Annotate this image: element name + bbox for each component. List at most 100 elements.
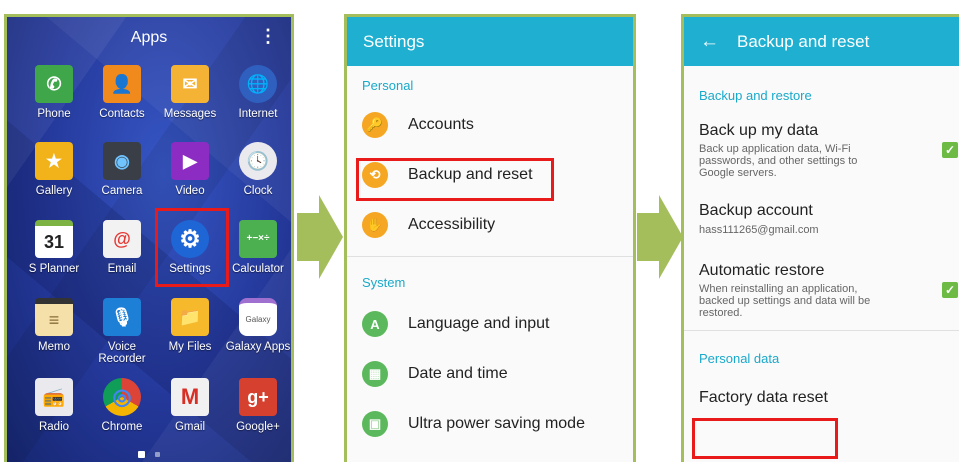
settings-item-label: Language and input [408, 315, 550, 332]
settings-title: Settings [363, 31, 425, 51]
settings-item-label: Accounts [408, 116, 474, 133]
app-label: Gallery [35, 185, 73, 197]
settings-item-ultra-power-saving[interactable]: ▣ Ultra power saving mode [347, 399, 633, 449]
phone-icon: ✆ [35, 65, 73, 103]
contacts-icon: 👤 [103, 65, 141, 103]
calculator-icon: +−×÷ [239, 220, 277, 258]
more-options-icon[interactable]: ⋮ [259, 27, 277, 45]
memo-icon: ≡ [35, 298, 73, 336]
app-voice-recorder[interactable]: 🎙 Voice Recorder [87, 298, 157, 365]
setting-title: Backup account [699, 202, 813, 219]
app-label: Galaxy Apps [225, 341, 291, 353]
section-header-personal: Personal [362, 78, 414, 93]
google-plus-icon: g+ [239, 378, 277, 416]
app-camera[interactable]: ◉ Camera [87, 142, 157, 197]
app-label: Chrome [101, 421, 143, 433]
backup-and-reset-highlight [356, 158, 554, 201]
app-my-files[interactable]: 📁 My Files [155, 298, 225, 353]
gallery-icon: ★ [35, 142, 73, 180]
email-icon: @ [103, 220, 141, 258]
app-label: Voice Recorder [98, 341, 146, 365]
automatic-restore-checkbox[interactable]: ✓ [942, 282, 958, 298]
internet-icon: 🌐 [239, 65, 277, 103]
messages-icon: ✉ [171, 65, 209, 103]
galaxy-apps-icon: Galaxy [239, 298, 277, 336]
section-divider [684, 330, 959, 331]
app-label: Email [107, 263, 137, 275]
app-google-plus[interactable]: g+ Google+ [223, 378, 291, 433]
automatic-restore-setting[interactable]: Automatic restore When reinstalling an a… [684, 262, 959, 330]
setting-description: When reinstalling an application, backed… [699, 283, 871, 319]
key-icon: 🔑 [362, 112, 388, 138]
app-chrome[interactable]: ◎ Chrome [87, 378, 157, 433]
app-internet[interactable]: 🌐 Internet [223, 65, 291, 120]
settings-highlight [155, 208, 229, 287]
settings-item-language-and-input[interactable]: A Language and input [347, 299, 633, 349]
app-label: S Planner [28, 263, 80, 275]
backup-and-reset-screen: ← Backup and reset Backup and restore Ba… [681, 14, 959, 462]
app-label: Gmail [174, 421, 206, 433]
setting-title: Automatic restore [699, 262, 825, 279]
microphone-icon: 🎙 [103, 298, 141, 336]
setting-title: Back up my data [699, 122, 819, 139]
video-icon: ▶ [171, 142, 209, 180]
factory-reset-highlight [692, 418, 838, 459]
backup-account-setting[interactable]: Backup account hass111265@gmail.com [684, 202, 959, 262]
app-memo[interactable]: ≡ Memo [19, 298, 89, 353]
factory-data-reset-setting[interactable]: Factory data reset [684, 389, 959, 407]
app-contacts[interactable]: 👤 Contacts [87, 65, 157, 120]
settings-screen: Settings Personal 🔑 Accounts ⟲ Backup an… [344, 14, 636, 462]
page-indicator [7, 451, 291, 458]
app-email[interactable]: @ Email [87, 220, 157, 275]
app-s-planner[interactable]: 31 S Planner [19, 220, 89, 275]
section-header-backup-and-restore: Backup and restore [699, 88, 812, 103]
app-label: Memo [38, 341, 70, 353]
app-gmail[interactable]: M Gmail [155, 378, 225, 433]
backup-title-bar: ← Backup and reset [684, 17, 959, 66]
calendar-icon: ▦ [362, 361, 388, 387]
camera-icon: ◉ [103, 142, 141, 180]
settings-item-accounts[interactable]: 🔑 Accounts [347, 100, 633, 150]
app-calculator[interactable]: +−×÷ Calculator [223, 220, 291, 275]
app-label: Phone [37, 108, 71, 120]
app-label: Camera [101, 185, 143, 197]
section-header-system: System [362, 275, 406, 290]
power-saving-icon: ▣ [362, 411, 388, 437]
clock-icon: 🕓 [239, 142, 277, 180]
chrome-icon: ◎ [103, 378, 141, 416]
apps-screen: Apps ⋮ ✆ Phone 👤 Contacts ✉ Messages 🌐 I… [4, 14, 294, 462]
calendar-icon: 31 [35, 220, 73, 258]
settings-item-label: Date and time [408, 365, 508, 382]
setting-description: Back up application data, Wi-Fi password… [699, 143, 858, 179]
backup-my-data-checkbox[interactable]: ✓ [942, 142, 958, 158]
language-icon: A [362, 311, 388, 337]
section-divider [347, 256, 633, 257]
settings-item-accessibility[interactable]: ✋ Accessibility [347, 200, 633, 250]
app-label: Clock [243, 185, 273, 197]
apps-title: Apps [130, 29, 168, 46]
backup-account-email: hass111265@gmail.com [699, 224, 819, 236]
app-messages[interactable]: ✉ Messages [155, 65, 225, 120]
app-label: Radio [38, 421, 70, 433]
arrow-right-icon [297, 195, 343, 279]
settings-item-label: Accessibility [408, 216, 496, 233]
app-galaxy-apps[interactable]: Galaxy Galaxy Apps [223, 298, 291, 353]
app-video[interactable]: ▶ Video [155, 142, 225, 197]
settings-item-date-and-time[interactable]: ▦ Date and time [347, 349, 633, 399]
app-clock[interactable]: 🕓 Clock [223, 142, 291, 197]
app-label: Video [175, 185, 205, 197]
app-gallery[interactable]: ★ Gallery [19, 142, 89, 197]
settings-title-bar: Settings [347, 17, 633, 66]
folder-icon: 📁 [171, 298, 209, 336]
app-label: Calculator [232, 263, 284, 275]
settings-item-label: Ultra power saving mode [408, 415, 585, 432]
backup-title: Backup and reset [737, 31, 870, 51]
backup-my-data-setting[interactable]: Back up my data Back up application data… [684, 122, 959, 202]
app-label: Contacts [99, 108, 145, 120]
back-arrow-icon[interactable]: ← [700, 31, 719, 53]
app-label: Google+ [236, 421, 280, 433]
app-phone[interactable]: ✆ Phone [19, 65, 89, 120]
app-radio[interactable]: 📻 Radio [19, 378, 89, 433]
page-dot [155, 452, 160, 457]
factory-data-reset-label: Factory data reset [699, 389, 828, 406]
